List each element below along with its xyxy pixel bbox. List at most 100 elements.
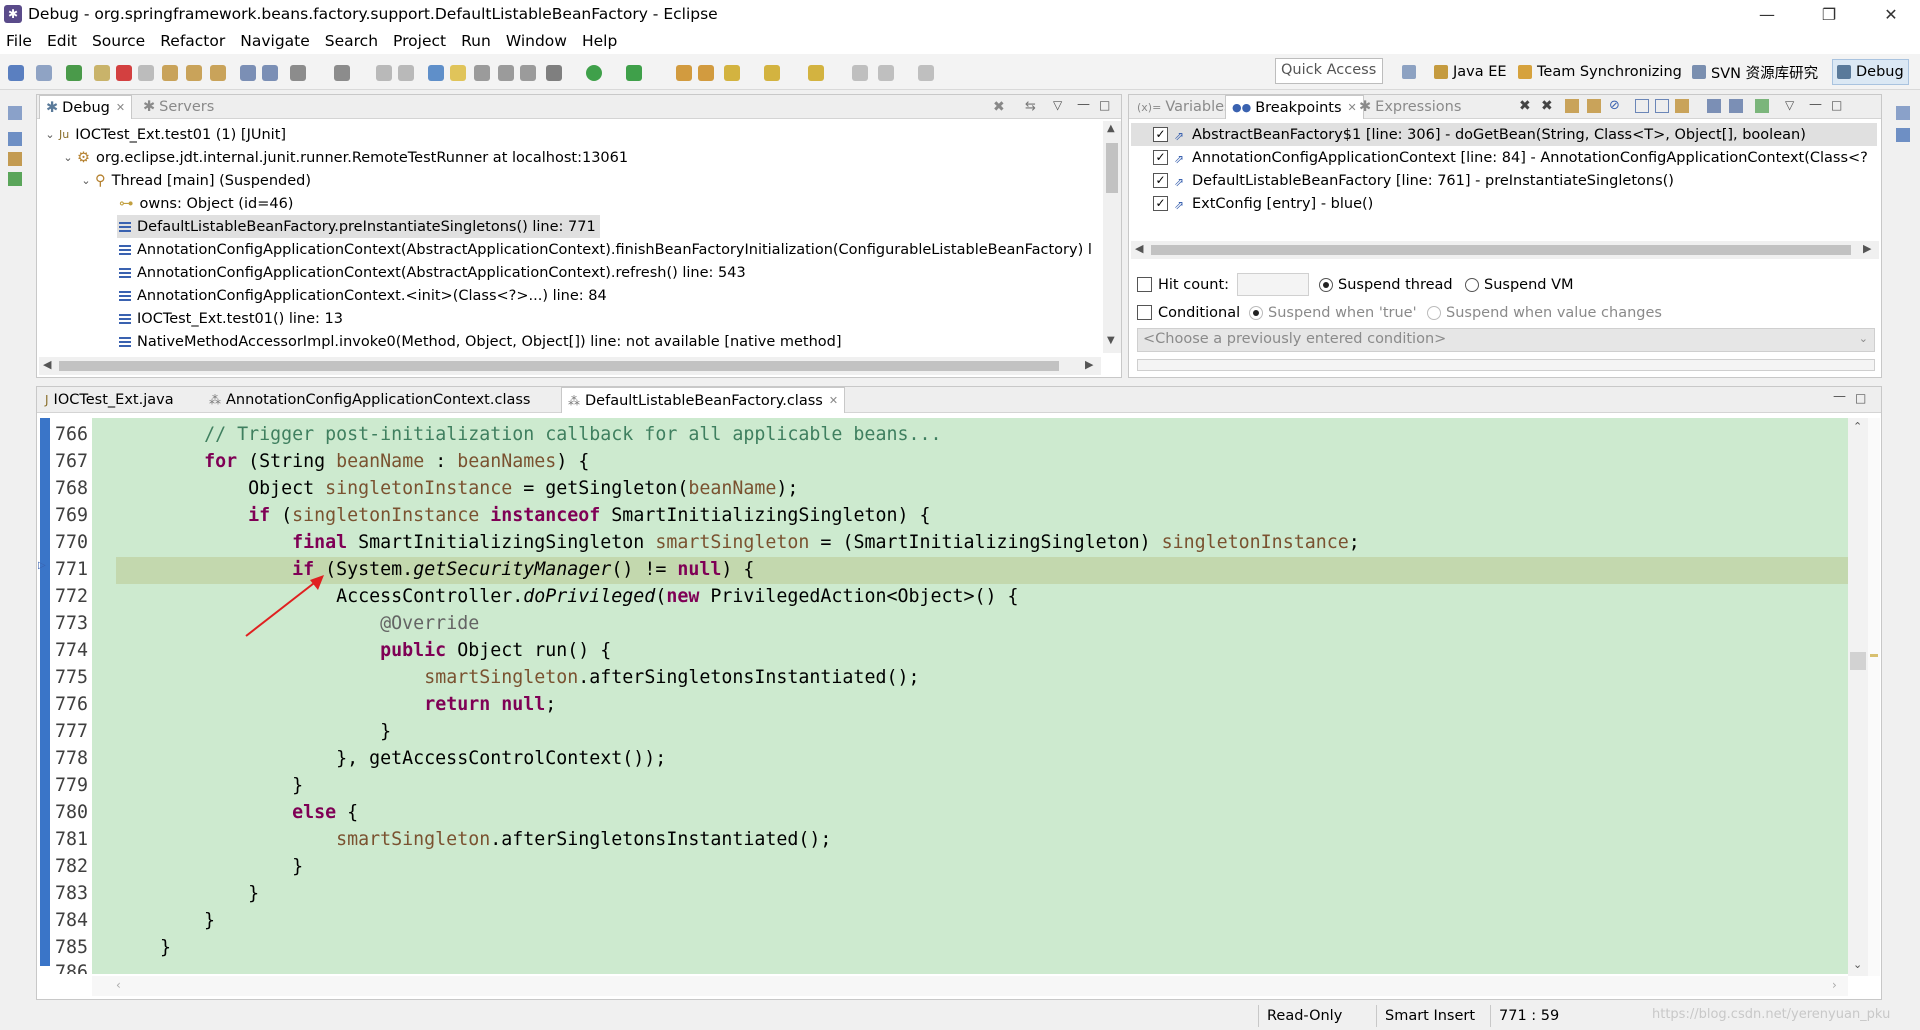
horizontal-scrollbar[interactable]: ◀ ▶ <box>39 357 1101 375</box>
menu-file[interactable]: File <box>6 32 32 50</box>
next-annotation-icon[interactable] <box>764 65 780 81</box>
chevron-left-icon[interactable]: ◀ <box>43 358 51 371</box>
remove-breakpoint-icon[interactable]: ✖ <box>1519 98 1531 114</box>
tab-defaultlistable[interactable]: ⁂ DefaultListableBeanFactory.class ✕ <box>561 387 846 413</box>
tree-item[interactable]: ⌄ Ju IOCTest_Ext.test01 (1) [JUnit] <box>43 123 286 146</box>
skip-all-breakpoints-icon[interactable]: ⊘ <box>1609 98 1620 113</box>
save-icon[interactable] <box>8 65 24 81</box>
vertical-scrollbar[interactable]: ▲ ▼ <box>1103 121 1121 353</box>
menu-window[interactable]: Window <box>506 32 567 50</box>
outline-view-icon[interactable] <box>1896 128 1910 142</box>
show-supported-icon[interactable] <box>1565 99 1579 113</box>
suspend-vm-radio[interactable] <box>1465 277 1479 292</box>
new-icon[interactable] <box>290 65 306 81</box>
quick-access-input[interactable]: Quick Access <box>1275 58 1383 84</box>
close-icon[interactable]: ✕ <box>116 101 125 114</box>
breakpoint-item[interactable]: ✓ ⇗ ExtConfig [entry] - blue() <box>1153 192 1373 215</box>
chevron-down-icon[interactable]: ▽ <box>1053 98 1062 112</box>
suspend-when-changes-option[interactable]: Suspend when value changes <box>1427 301 1662 324</box>
scrollbar-thumb[interactable] <box>1151 245 1851 255</box>
stack-frame[interactable]: IOCTest_Ext.test01() line: 13 <box>119 307 343 330</box>
toggle-mark-occurrences-icon[interactable] <box>450 65 466 81</box>
print-icon[interactable] <box>376 65 392 81</box>
tab-servers[interactable]: ✱ Servers <box>137 95 220 119</box>
go-to-file-icon[interactable] <box>1587 99 1601 113</box>
chevron-down-icon[interactable]: ⌄ <box>1859 332 1868 345</box>
last-edit-location-icon[interactable] <box>852 65 868 81</box>
perspective-svn[interactable]: SVN 资源库研究 <box>1688 59 1822 85</box>
copy-icon[interactable] <box>398 65 414 81</box>
forward-icon[interactable] <box>918 65 934 81</box>
chevron-right-icon[interactable]: › <box>1832 978 1837 992</box>
breakpoint-item[interactable]: ✓ ⇗ DefaultListableBeanFactory [line: 761]… <box>1153 169 1674 192</box>
import-breakpoints-icon[interactable] <box>1729 99 1743 113</box>
suspend-when-true-radio[interactable] <box>1249 305 1263 320</box>
coverage-icon[interactable] <box>626 65 642 81</box>
terminate-icon[interactable] <box>116 65 132 81</box>
chevron-down-icon[interactable]: ⌄ <box>43 128 57 141</box>
chevron-up-icon[interactable]: ⌃ <box>1853 420 1862 433</box>
chevron-down-icon[interactable]: ▼ <box>1107 335 1115 346</box>
menu-edit[interactable]: Edit <box>47 32 77 50</box>
suspend-when-changes-radio[interactable] <box>1427 305 1441 320</box>
menu-search[interactable]: Search <box>325 32 378 50</box>
close-button[interactable]: ✕ <box>1868 0 1914 28</box>
chevron-down-icon[interactable]: ▽ <box>1785 98 1794 112</box>
resume-icon[interactable] <box>66 65 82 81</box>
editor-vertical-scrollbar[interactable]: ⌃ ⌄ <box>1848 418 1868 976</box>
stack-frame[interactable]: AnnotationConfigApplicationContext(Abstr… <box>119 261 746 284</box>
menu-project[interactable]: Project <box>393 32 446 50</box>
stack-frame[interactable]: NativeMethodAccessorImpl.invoke0(Method,… <box>119 330 842 353</box>
menu-navigate[interactable]: Navigate <box>240 32 310 50</box>
tab-variables[interactable]: (x)= Variables <box>1131 95 1238 119</box>
tab-debug[interactable]: ✱ Debug ✕ <box>39 95 133 119</box>
search-icon[interactable] <box>724 65 740 81</box>
perspective-java-ee[interactable]: Java EE <box>1430 59 1511 85</box>
condition-editor[interactable] <box>1137 359 1875 371</box>
hit-count-option[interactable]: Hit count: <box>1137 273 1229 296</box>
format-icon[interactable] <box>520 65 536 81</box>
tree-item[interactable]: ⊶ owns: Object (id=46) <box>119 192 293 215</box>
maximize-view-icon[interactable]: □ <box>1831 98 1842 112</box>
breakpoint-checkbox[interactable]: ✓ <box>1153 127 1168 142</box>
export-breakpoints-icon[interactable] <box>1755 99 1769 113</box>
hit-count-input[interactable] <box>1237 273 1309 296</box>
scrollbar-thumb[interactable] <box>1850 652 1866 670</box>
open-task-icon[interactable] <box>698 65 714 81</box>
perspective-team-sync[interactable]: Team Synchronizing <box>1514 59 1686 85</box>
chevron-right-icon[interactable]: ▶ <box>1863 242 1871 255</box>
minimize-view-icon[interactable]: — <box>1809 97 1822 112</box>
block-selection-icon[interactable] <box>474 65 490 81</box>
chevron-up-icon[interactable]: ▲ <box>1107 123 1115 134</box>
maximize-view-icon[interactable]: □ <box>1099 98 1110 112</box>
open-perspective-icon[interactable] <box>428 65 444 81</box>
tab-ioctest-ext[interactable]: J IOCTest_Ext.java <box>39 387 180 413</box>
breakpoint-item[interactable]: ✓ ⇗ AbstractBeanFactory$1 [line: 306] - do… <box>1131 123 1877 146</box>
horizontal-scrollbar[interactable]: ◀ ▶ <box>1131 241 1879 259</box>
show-whitespace-icon[interactable] <box>498 65 514 81</box>
suspend-vm-option[interactable]: Suspend VM <box>1465 273 1574 296</box>
breakpoint-checkbox[interactable]: ✓ <box>1153 173 1168 188</box>
suspend-when-true-option[interactable]: Suspend when 'true' <box>1249 301 1417 324</box>
stack-frame[interactable]: AnnotationConfigApplicationContext.<init… <box>119 284 607 307</box>
maximize-editor-icon[interactable]: □ <box>1855 391 1866 405</box>
chevron-left-icon[interactable]: ◀ <box>1135 242 1143 255</box>
tab-breakpoints[interactable]: ●● Breakpoints ✕ <box>1225 95 1364 119</box>
conditional-option[interactable]: Conditional <box>1137 301 1240 324</box>
collapse-all-icon[interactable] <box>1655 99 1669 113</box>
minimized-view-icon[interactable] <box>1896 106 1910 120</box>
menu-help[interactable]: Help <box>582 32 617 50</box>
disconnect-icon[interactable] <box>138 65 154 81</box>
tasks-icon[interactable] <box>8 172 22 186</box>
minimize-button[interactable]: — <box>1744 0 1790 28</box>
previous-annotation-icon[interactable] <box>808 65 824 81</box>
breakpoint-checkbox[interactable]: ✓ <box>1153 150 1168 165</box>
editor-horizontal-scrollbar[interactable]: ‹ › <box>92 976 1848 996</box>
outline-icon[interactable] <box>8 132 22 146</box>
remove-terminated-icon[interactable]: ✖ <box>993 99 1005 115</box>
step-return-icon[interactable] <box>210 65 226 81</box>
chevron-down-icon[interactable]: ⌄ <box>61 151 75 164</box>
minimize-view-icon[interactable]: — <box>1077 97 1090 112</box>
tree-item[interactable]: ⌄ ⚙ org.eclipse.jdt.internal.junit.runner.… <box>61 146 628 169</box>
menu-source[interactable]: Source <box>92 32 145 50</box>
